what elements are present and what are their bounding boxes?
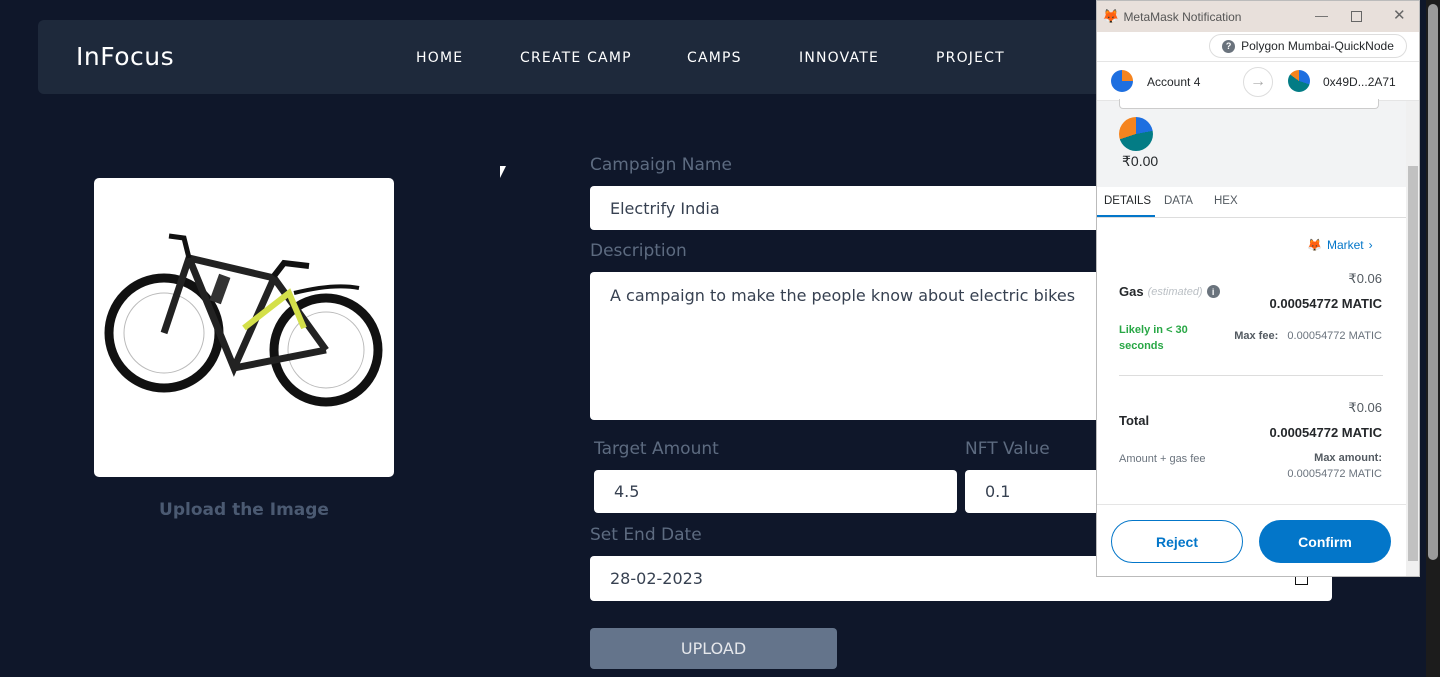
nav-project[interactable]: PROJECT	[936, 50, 1005, 66]
from-account[interactable]: Account 4	[1147, 75, 1200, 89]
token-avatar	[1119, 117, 1153, 151]
campaign-name-label: Campaign Name	[590, 155, 732, 175]
max-fee-row: Max fee: 0.00054772 MATIC	[1234, 330, 1382, 342]
market-gas-option[interactable]: 🦊 Market ›	[1307, 238, 1373, 252]
popup-scrollbar-thumb[interactable]	[1408, 166, 1418, 561]
navbar: InFocus HOME CREATE CAMP CAMPS INNOVATE …	[38, 20, 1138, 94]
description-label: Description	[590, 241, 687, 261]
gas-fiat: ₹0.06	[1348, 271, 1382, 286]
gas-estimated: (estimated)	[1147, 285, 1203, 298]
max-fee-label: Max fee:	[1234, 330, 1279, 342]
info-icon[interactable]: i	[1206, 285, 1220, 298]
max-amount-value: 0.00054772 MATIC	[1287, 468, 1382, 480]
to-address[interactable]: 0x49D...2A71	[1323, 75, 1396, 89]
question-icon: ?	[1222, 39, 1236, 53]
gas-label: Gas	[1119, 284, 1144, 299]
amount-fiat: ₹0.00	[1122, 153, 1159, 169]
account-avatar	[1111, 70, 1133, 92]
tab-details[interactable]: DETAILS	[1104, 195, 1151, 207]
max-amount-label: Max amount:	[1314, 452, 1382, 464]
upload-button[interactable]: UPLOAD	[590, 628, 837, 669]
page-scrollbar-thumb[interactable]	[1428, 4, 1438, 560]
transaction-summary: ₹0.00	[1097, 99, 1407, 187]
nav-innovate[interactable]: INNOVATE	[799, 50, 879, 66]
max-fee-value: 0.00054772 MATIC	[1287, 330, 1382, 342]
network-name: Polygon Mumbai-QuickNode	[1241, 39, 1394, 53]
upload-image-label: Upload the Image	[159, 500, 329, 520]
market-label: Market	[1326, 238, 1364, 252]
tab-hex[interactable]: HEX	[1214, 195, 1238, 207]
metamask-popup: 🦊 MetaMask Notification — ✕ ? Polygon Mu…	[1096, 0, 1420, 577]
fox-icon: 🦊	[1307, 238, 1322, 252]
window-title-bar: 🦊 MetaMask Notification — ✕	[1097, 1, 1419, 32]
amount-gas-fee-label: Amount + gas fee	[1119, 453, 1206, 465]
end-date-value: 28-02-2023	[610, 569, 703, 588]
target-amount-input[interactable]: 4.5	[594, 470, 957, 513]
likely-time: Likely in < 30 seconds	[1119, 324, 1188, 352]
window-title: MetaMask Notification	[1123, 9, 1242, 24]
gas-native: 0.00054772 MATIC	[1269, 296, 1383, 311]
minimize-icon[interactable]: —	[1315, 8, 1328, 23]
chevron-right-icon: ›	[1368, 238, 1373, 252]
nav-create-camp[interactable]: CREATE CAMP	[520, 50, 632, 66]
target-amount-label: Target Amount	[594, 439, 719, 459]
total-fiat: ₹0.06	[1348, 400, 1382, 415]
network-selector[interactable]: ? Polygon Mumbai-QuickNode	[1209, 34, 1407, 58]
tab-data[interactable]: DATA	[1164, 195, 1193, 207]
nft-value-label: NFT Value	[965, 439, 1050, 459]
image-upload-preview[interactable]	[94, 178, 394, 477]
gas-label-row: Gas (estimated) i	[1119, 284, 1220, 299]
reject-button[interactable]: Reject	[1111, 520, 1243, 563]
total-label: Total	[1119, 413, 1150, 428]
metamask-fox-icon: 🦊	[1102, 8, 1120, 24]
nav-home[interactable]: HOME	[416, 50, 463, 66]
bike-image	[104, 233, 383, 407]
nav-camps[interactable]: CAMPS	[687, 50, 742, 66]
logo[interactable]: InFocus	[76, 42, 174, 71]
maximize-icon[interactable]	[1351, 11, 1362, 22]
end-date-label: Set End Date	[590, 525, 702, 545]
recipient-avatar	[1288, 70, 1310, 92]
mouse-cursor-icon	[500, 166, 506, 178]
close-icon[interactable]: ✕	[1393, 6, 1406, 24]
total-native: 0.00054772 MATIC	[1269, 425, 1383, 440]
arrow-right-icon: →	[1243, 67, 1273, 97]
confirm-button[interactable]: Confirm	[1259, 520, 1391, 563]
